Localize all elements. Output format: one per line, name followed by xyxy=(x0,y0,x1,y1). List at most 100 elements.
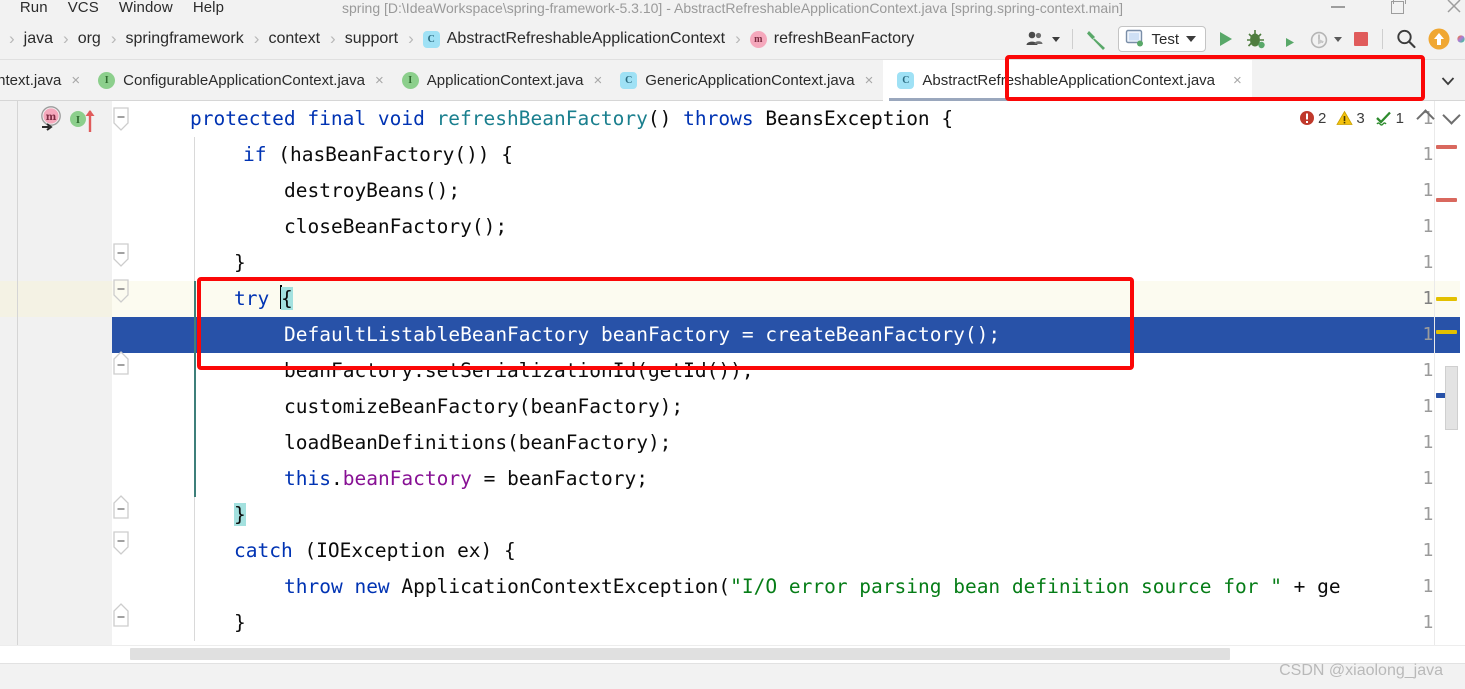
implementing-method-gutter-icon[interactable]: I xyxy=(68,108,102,137)
editor-tab-genericapplicationcontext[interactable]: C GenericApplicationContext.java × xyxy=(612,60,883,101)
users-icon[interactable] xyxy=(1021,24,1065,54)
editor-tab-abstractrefreshableapplicationcontext[interactable]: C AbstractRefreshableApplicationContext.… xyxy=(883,60,1252,101)
editor-tab-label: ConfigurableApplicationContext.java xyxy=(123,72,365,89)
fold-marker-expanded[interactable] xyxy=(110,241,132,269)
code-token: try xyxy=(234,287,270,310)
profiler-button[interactable] xyxy=(1304,24,1347,54)
run-with-coverage-button[interactable] xyxy=(1272,24,1304,54)
chevron-down-icon[interactable] xyxy=(1334,36,1342,42)
run-method-gutter-icon[interactable]: m xyxy=(36,105,66,138)
code-line-126[interactable]: try { xyxy=(148,281,293,317)
minimize-icon[interactable] xyxy=(1331,0,1345,13)
title-bar: ld Run VCS Window Help spring [D:\IdeaWo… xyxy=(0,0,1465,19)
code-line-127[interactable]: DefaultListableBeanFactory beanFactory =… xyxy=(148,317,1000,353)
run-button[interactable] xyxy=(1210,24,1240,54)
code-token: () xyxy=(647,107,684,130)
gutter-run-icons[interactable]: m I xyxy=(36,105,106,135)
debug-button[interactable] xyxy=(1240,24,1272,54)
code-line-134[interactable]: throw new ApplicationContextException("I… xyxy=(148,569,1341,605)
chevron-down-icon[interactable] xyxy=(1186,36,1196,42)
breadcrumb-separator: › xyxy=(9,29,15,48)
code-token: customizeBeanFactory(beanFactory); xyxy=(284,395,684,418)
breadcrumb-label: refreshBeanFactory xyxy=(773,30,915,47)
code-editor[interactable]: m I protected final void refreshBeanFact… xyxy=(0,101,1465,645)
breadcrumb-item-org[interactable]: org xyxy=(75,30,104,48)
code-token: closeBeanFactory(); xyxy=(284,215,508,238)
close-icon[interactable]: × xyxy=(865,73,874,88)
fold-marker-expanded[interactable] xyxy=(110,529,132,557)
code-line-121[interactable]: protected final void refreshBeanFactory(… xyxy=(148,101,953,137)
fold-marker-end[interactable] xyxy=(110,601,132,629)
code-line-129[interactable]: customizeBeanFactory(beanFactory); xyxy=(148,389,683,425)
code-token: ApplicationContextException( xyxy=(401,575,731,598)
breadcrumb-item-java[interactable]: java xyxy=(21,30,56,48)
code-line-135[interactable]: } xyxy=(148,605,246,641)
chevron-down-icon[interactable] xyxy=(1052,36,1061,42)
run-configuration-selector[interactable]: Test xyxy=(1118,26,1206,52)
breadcrumb-item-context[interactable]: context xyxy=(265,30,323,48)
fold-marker-expanded[interactable] xyxy=(110,277,132,305)
previous-highlight-chevron-up-icon[interactable] xyxy=(1416,108,1435,128)
close-icon[interactable]: × xyxy=(1233,73,1242,88)
svg-text:I: I xyxy=(76,116,80,126)
breadcrumb-item-springframework[interactable]: springframework xyxy=(123,30,247,48)
warning-marker[interactable] xyxy=(1436,297,1457,301)
fold-marker-expanded[interactable] xyxy=(110,105,132,133)
breadcrumb-item-support[interactable]: support xyxy=(342,30,401,48)
breadcrumb: › java › org › springframework › context… xyxy=(0,19,917,60)
breadcrumb-label: AbstractRefreshableApplicationContext xyxy=(446,30,726,47)
fold-marker-end[interactable] xyxy=(110,493,132,521)
close-icon[interactable]: × xyxy=(71,73,80,88)
editor-tabs: Context.java × I ConfigurableApplication… xyxy=(0,60,1465,101)
ide-logo-icon[interactable] xyxy=(1453,24,1465,54)
code-token: final xyxy=(307,107,378,130)
search-everywhere-icon[interactable] xyxy=(1390,24,1422,54)
fold-marker-end[interactable] xyxy=(110,349,132,377)
editor-tab-applicationcontext[interactable]: I ApplicationContext.java × xyxy=(394,60,613,101)
breadcrumb-separator: › xyxy=(330,29,336,48)
window-controls[interactable] xyxy=(1331,0,1461,17)
inspection-summary[interactable]: 2 3 1 xyxy=(1299,103,1463,133)
breadcrumb-separator: › xyxy=(735,29,741,48)
code-line-130[interactable]: loadBeanDefinitions(beanFactory); xyxy=(148,425,671,461)
stop-button[interactable] xyxy=(1347,24,1375,54)
editor-tab-configurableapplicationcontext[interactable]: I ConfigurableApplicationContext.java × xyxy=(90,60,394,101)
breadcrumb-label: org xyxy=(77,30,101,47)
code-line-122[interactable]: if (hasBeanFactory()) { xyxy=(148,137,513,173)
horizontal-scrollbar-thumb[interactable] xyxy=(130,648,1230,660)
code-line-128[interactable]: beanFactory.setSerializationId(getId()); xyxy=(148,353,754,389)
next-highlight-chevron-down-icon[interactable] xyxy=(1442,105,1461,125)
code-line-124[interactable]: closeBeanFactory(); xyxy=(148,209,507,245)
vertical-scrollbar-thumb[interactable] xyxy=(1445,366,1458,430)
code-token: if xyxy=(243,143,267,166)
code-line-123[interactable]: destroyBeans(); xyxy=(148,173,460,209)
code-token: this xyxy=(284,467,331,490)
class-badge-icon: C xyxy=(422,30,440,48)
code-token-string: "I/O error parsing bean definition sourc… xyxy=(730,575,1282,598)
class-badge-icon: C xyxy=(897,72,915,89)
maximize-icon[interactable] xyxy=(1389,0,1406,14)
editor-tab-context[interactable]: Context.java × xyxy=(0,60,90,101)
close-icon[interactable] xyxy=(1447,0,1461,13)
warning-marker[interactable] xyxy=(1436,330,1457,334)
code-line-125[interactable]: } xyxy=(148,245,246,281)
close-icon[interactable]: × xyxy=(594,73,603,88)
inspection-marker-bar[interactable] xyxy=(1434,101,1465,645)
navigation-bar: › java › org › springframework › context… xyxy=(0,19,1465,60)
code-line-133[interactable]: catch (IOException ex) { xyxy=(148,533,516,569)
build-hammer-icon[interactable] xyxy=(1080,24,1114,54)
breadcrumb-label: context xyxy=(268,30,321,47)
editor-tab-label: ApplicationContext.java xyxy=(426,72,584,89)
error-marker[interactable] xyxy=(1436,145,1457,149)
show-hidden-tabs-chevron-down-icon[interactable] xyxy=(1431,60,1465,101)
updates-icon[interactable] xyxy=(1422,24,1453,54)
code-token: destroyBeans(); xyxy=(284,179,461,202)
breadcrumb-item-method[interactable]: m refreshBeanFactory xyxy=(747,30,918,48)
breadcrumb-item-class[interactable]: C AbstractRefreshableApplicationContext xyxy=(420,30,728,48)
close-icon[interactable]: × xyxy=(375,73,384,88)
code-line-132[interactable]: } xyxy=(148,497,246,533)
warning-icon xyxy=(1336,110,1354,126)
code-token-brace-match: { xyxy=(280,287,293,310)
code-line-131[interactable]: this.beanFactory = beanFactory; xyxy=(148,461,648,497)
error-marker[interactable] xyxy=(1436,198,1457,202)
